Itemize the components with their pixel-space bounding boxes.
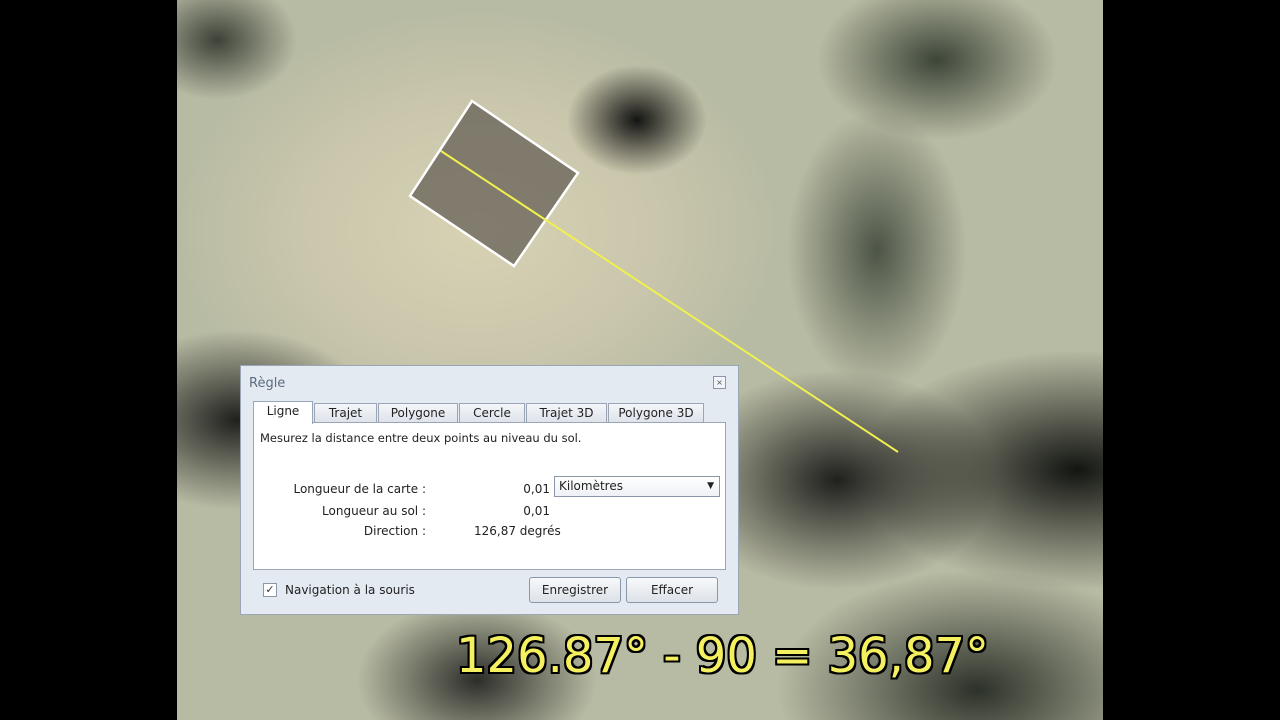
ground-length-label: Longueur au sol :: [322, 504, 426, 518]
tab-ligne[interactable]: Ligne: [253, 401, 313, 424]
clear-button[interactable]: Effacer: [626, 577, 718, 603]
direction-value: 126,87 degrés: [474, 524, 561, 538]
chevron-down-icon: ▼: [707, 481, 714, 491]
unit-select[interactable]: Kilomètres ▼: [554, 476, 720, 497]
instruction-text: Mesurez la distance entre deux points au…: [260, 431, 582, 445]
mouse-navigation-checkbox[interactable]: ✓: [263, 583, 277, 597]
unit-select-value: Kilomètres: [559, 479, 623, 493]
map-length-label: Longueur de la carte :: [293, 482, 426, 496]
direction-label: Direction :: [363, 524, 426, 538]
tab-trajet-3d[interactable]: Trajet 3D: [526, 403, 607, 423]
close-icon[interactable]: ×: [713, 376, 726, 389]
ruler-dialog: Règle × Ligne Trajet Polygone Cercle Tra…: [240, 365, 739, 615]
map-length-value: 0,01: [523, 482, 550, 496]
tab-cercle[interactable]: Cercle: [459, 403, 525, 423]
tab-polygone-3d[interactable]: Polygone 3D: [608, 403, 704, 423]
dialog-title: Règle: [249, 376, 286, 391]
ruler-panel: Mesurez la distance entre deux points au…: [253, 422, 726, 570]
save-button[interactable]: Enregistrer: [529, 577, 621, 603]
ground-length-value: 0,01: [523, 504, 550, 518]
checkmark-icon: ✓: [265, 583, 275, 596]
mouse-navigation-label: Navigation à la souris: [285, 583, 415, 597]
building-outline: [408, 99, 580, 268]
tab-polygone[interactable]: Polygone: [378, 403, 458, 423]
angle-caption: 126.87° - 90 = 36,87°: [456, 628, 990, 684]
tab-trajet[interactable]: Trajet: [314, 403, 377, 423]
